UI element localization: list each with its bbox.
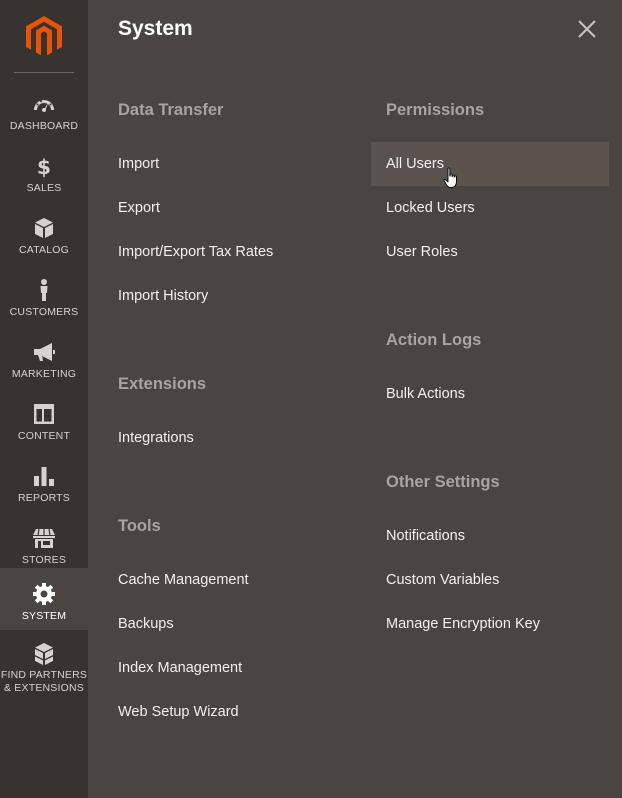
nav-customers-label: CUSTOMERS [9, 306, 79, 318]
link-integrations[interactable]: Integrations [118, 416, 194, 460]
section-title-extensions: Extensions [118, 375, 207, 393]
nav-content-label: CONTENT [17, 430, 71, 442]
close-button[interactable] [576, 18, 598, 40]
blocks-icon [35, 643, 53, 665]
link-locked-users[interactable]: Locked Users [386, 186, 475, 230]
nav-marketing-label: MARKETING [11, 368, 77, 380]
nav-find-partners-label-1: FIND PARTNERS [0, 669, 88, 681]
hand-cursor-icon [443, 167, 457, 188]
nav-sales[interactable]: $ SALES [0, 140, 88, 202]
panel-title: System [118, 17, 193, 40]
section-title-permissions: Permissions [386, 101, 485, 119]
link-import[interactable]: Import [118, 142, 159, 186]
magento-logo-icon [26, 16, 62, 56]
section-title-action-logs: Action Logs [386, 331, 482, 349]
link-backups[interactable]: Backups [118, 602, 174, 646]
link-export[interactable]: Export [118, 186, 160, 230]
section-title-tools: Tools [118, 517, 161, 535]
nav-find-partners-label-2: & EXTENSIONS [3, 682, 84, 694]
system-menu-panel: System Data Transfer Import Export Impor… [88, 0, 622, 798]
layout-icon [34, 404, 54, 424]
link-custom-variables[interactable]: Custom Variables [386, 558, 499, 602]
dollar-icon: $ [37, 155, 51, 178]
nav-dashboard[interactable]: DASHBOARD [0, 78, 88, 140]
section-title-other-settings: Other Settings [386, 473, 500, 491]
nav-reports[interactable]: REPORTS [0, 450, 88, 512]
link-bulk-actions[interactable]: Bulk Actions [386, 372, 465, 416]
nav-dashboard-label: DASHBOARD [9, 120, 79, 132]
magento-logo[interactable] [0, 0, 88, 72]
dashboard-icon [34, 100, 54, 112]
nav-catalog[interactable]: CATALOG [0, 202, 88, 264]
link-cache-management[interactable]: Cache Management [118, 558, 249, 602]
close-icon [578, 20, 596, 38]
nav-reports-label: REPORTS [18, 492, 70, 504]
nav-stores-label: STORES [21, 554, 67, 566]
box-icon [35, 218, 53, 238]
bar-chart-icon [34, 467, 54, 486]
nav-system-label: SYSTEM [21, 610, 67, 622]
nav-content[interactable]: CONTENT [0, 388, 88, 450]
nav-catalog-label: CATALOG [18, 244, 70, 256]
link-import-history[interactable]: Import History [118, 274, 208, 318]
nav-stores[interactable]: STORES [0, 512, 88, 574]
logo-divider [14, 72, 74, 73]
link-all-users[interactable]: All Users [371, 142, 609, 186]
nav-sales-label: SALES [26, 182, 62, 194]
admin-sidebar: DASHBOARD $ SALES CATALOG CUSTOMERS MARK… [0, 0, 88, 798]
nav-marketing[interactable]: MARKETING [0, 326, 88, 388]
link-web-setup-wizard[interactable]: Web Setup Wizard [118, 690, 239, 734]
gear-icon [33, 583, 55, 605]
section-title-data-transfer: Data Transfer [118, 101, 224, 119]
link-index-management[interactable]: Index Management [118, 646, 242, 690]
nav-system[interactable]: SYSTEM [0, 568, 88, 630]
nav-customers[interactable]: CUSTOMERS [0, 264, 88, 326]
person-icon [40, 279, 48, 301]
link-user-roles[interactable]: User Roles [386, 230, 458, 274]
link-notifications[interactable]: Notifications [386, 514, 465, 558]
link-import-export-tax-rates[interactable]: Import/Export Tax Rates [118, 230, 273, 274]
megaphone-icon [34, 343, 55, 361]
store-icon [33, 528, 55, 548]
nav-find-partners[interactable]: FIND PARTNERS & EXTENSIONS [0, 630, 88, 700]
svg-text:$: $ [37, 155, 51, 178]
link-manage-encryption-key[interactable]: Manage Encryption Key [386, 602, 540, 646]
